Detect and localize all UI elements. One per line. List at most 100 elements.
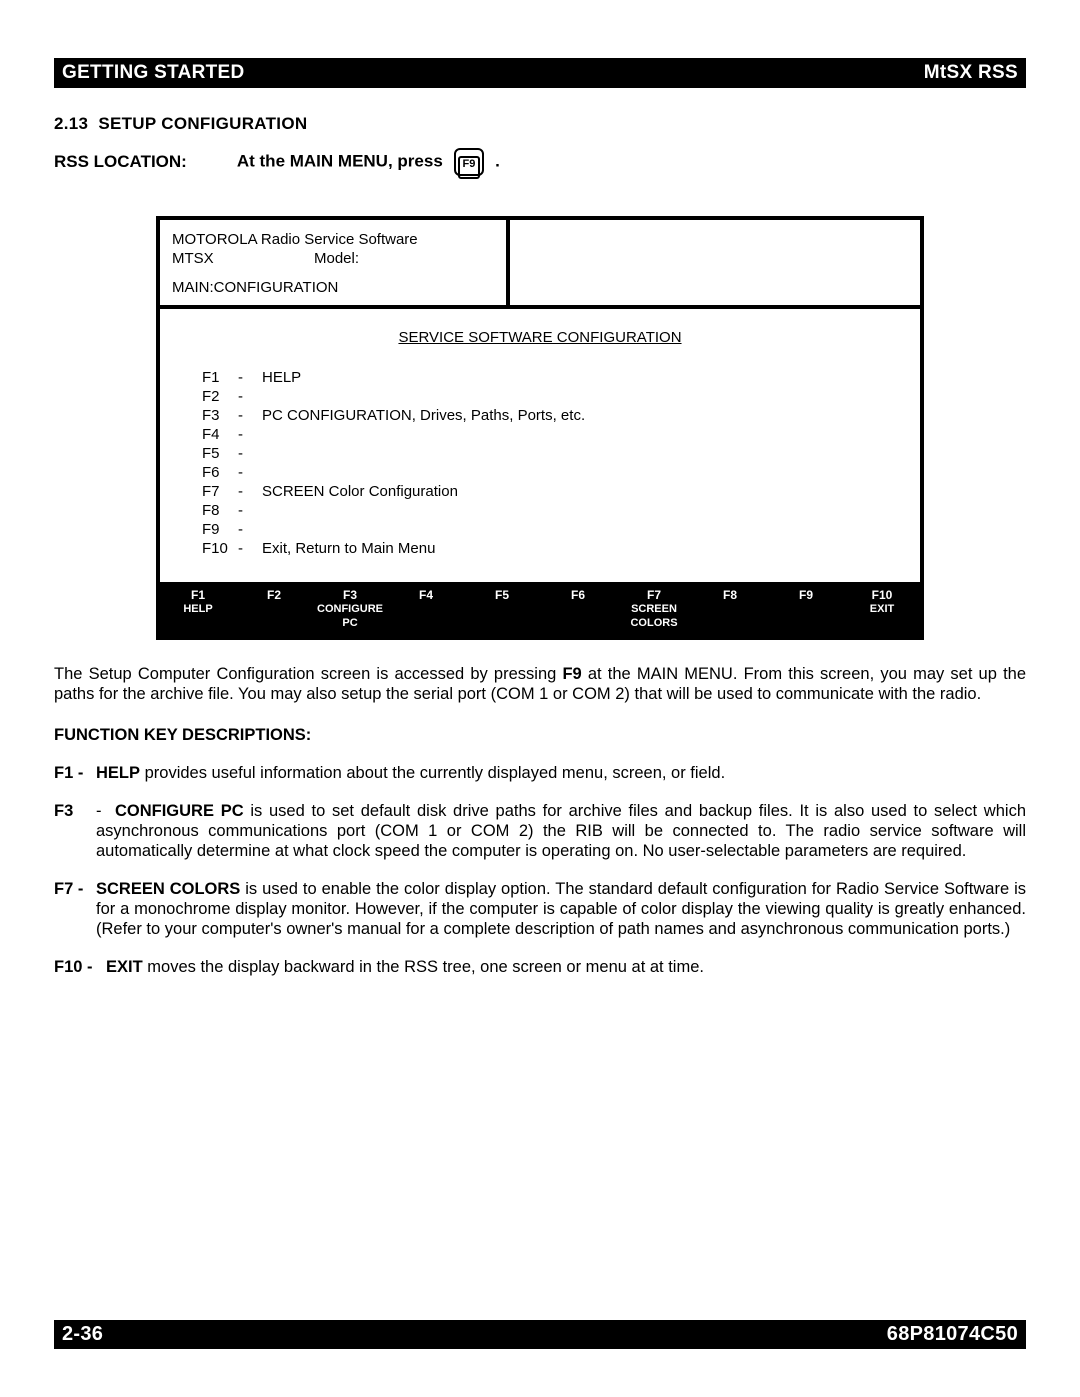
desc-f1-bold: HELP [96,764,140,782]
menu-dash: - [238,520,262,539]
fkey-cell: F9 [768,582,844,636]
fkey-label1: SCREEN [618,602,690,616]
fkey-label1: HELP [162,602,234,616]
desc-f1: F1 - HELP provides useful information ab… [54,763,1026,783]
screen-line1: MOTOROLA Radio Service Software [172,230,494,249]
menu-dash: - [238,482,262,501]
menu-dash: - [238,539,262,558]
fkey-cell: F7SCREENCOLORS [616,582,692,636]
screen-menu-row: F10-Exit, Return to Main Menu [172,539,908,558]
menu-key: F5 [202,444,238,463]
fkey-bar: F1HELPF2F3CONFIGUREPCF4F5F6F7SCREENCOLOR… [160,582,920,636]
desc-f1-text: HELP provides useful information about t… [96,763,1026,783]
rss-instr-post: . [495,151,500,170]
screen-menu-row: F6- [172,463,908,482]
screen-menu-row: F8- [172,501,908,520]
desc-f10-bold: EXIT [106,958,143,976]
fkey-num: F8 [694,588,766,602]
fkey-num: F9 [770,588,842,602]
f9-key-icon: F9 [454,148,485,176]
fkey-num: F10 [846,588,918,602]
screen-model-label: Model: [314,249,359,268]
desc-f3-bold: CONFIGURE PC [115,802,244,820]
desc-f7: F7 - SCREEN COLORS is used to enable the… [54,879,1026,939]
desc-f7-bold: SCREEN COLORS [96,880,240,898]
fkey-num: F6 [542,588,614,602]
fkey-num: F3 [314,588,386,602]
f9-key-label: F9 [458,156,481,179]
section-title: SETUP CONFIGURATION [98,114,307,133]
screen-menu-row: F2- [172,387,908,406]
desc-f10: F10 - EXIT moves the display backward in… [54,957,1026,977]
fkey-cell: F8 [692,582,768,636]
screen-menu-row: F4- [172,425,908,444]
fkey-label1: EXIT [846,602,918,616]
menu-text: Exit, Return to Main Menu [262,539,908,558]
menu-key: F8 [202,501,238,520]
menu-text: SCREEN Color Configuration [262,482,908,501]
fkey-cell: F4 [388,582,464,636]
fkey-cell: F5 [464,582,540,636]
fkey-cell: F2 [236,582,312,636]
menu-text: HELP [262,368,908,387]
fkey-cell: F10EXIT [844,582,920,636]
fkey-num: F2 [238,588,310,602]
function-key-subhead: FUNCTION KEY DESCRIPTIONS: [54,726,1026,745]
fkey-num: F7 [618,588,690,602]
screen-illustration: MOTOROLA Radio Service Software MTSX Mod… [156,216,924,640]
paragraph-1: The Setup Computer Configuration screen … [54,664,1026,704]
menu-dash: - [238,425,262,444]
header-bar: GETTING STARTED MtSX RSS [54,58,1026,88]
desc-f1-key: F1 - [54,763,96,783]
page: GETTING STARTED MtSX RSS 2.13 SETUP CONF… [0,0,1080,1397]
section-heading: 2.13 SETUP CONFIGURATION [54,114,1026,134]
screen-top-right [510,220,920,305]
menu-dash: - [238,463,262,482]
fkey-cell: F6 [540,582,616,636]
menu-text [262,463,908,482]
menu-dash: - [238,406,262,425]
desc-f3: F3 - CONFIGURE PC is used to set default… [54,801,1026,861]
footer-doc-num: 68P81074C50 [887,1323,1018,1346]
menu-key: F1 [202,368,238,387]
fkey-num: F4 [390,588,462,602]
desc-f7-text: SCREEN COLORS is used to enable the colo… [96,879,1026,939]
desc-f3-text: - CONFIGURE PC is used to set default di… [96,801,1026,861]
desc-f10-key: F10 - [54,957,106,977]
section-number: 2.13 [54,114,88,133]
menu-key: F9 [202,520,238,539]
desc-f1-tail: provides useful information about the cu… [140,764,725,782]
fkey-label1: CONFIGURE [314,602,386,616]
footer-page-num: 2-36 [62,1323,103,1346]
screen-title: SERVICE SOFTWARE CONFIGURATION [172,329,908,346]
desc-f10-tail: moves the display backward in the RSS tr… [143,958,704,976]
menu-dash: - [238,387,262,406]
screen-menu-row: F1-HELP [172,368,908,387]
screen-top: MOTOROLA Radio Service Software MTSX Mod… [160,220,920,305]
desc-f10-text: EXIT moves the display backward in the R… [106,957,1026,977]
menu-key: F2 [202,387,238,406]
screen-menu-row: F7-SCREEN Color Configuration [172,482,908,501]
fkey-num: F1 [162,588,234,602]
menu-key: F3 [202,406,238,425]
menu-key: F6 [202,463,238,482]
desc-f7-key: F7 - [54,879,96,939]
fkey-num: F5 [466,588,538,602]
screen-main-config: MAIN:CONFIGURATION [172,278,494,297]
menu-text [262,444,908,463]
screen-top-left: MOTOROLA Radio Service Software MTSX Mod… [160,220,510,305]
header-left: GETTING STARTED [62,62,245,84]
screen-menu-row: F5- [172,444,908,463]
menu-key: F4 [202,425,238,444]
fkey-cell: F1HELP [160,582,236,636]
screen-menu-row: F9- [172,520,908,539]
screen-menu-row: F3-PC CONFIGURATION, Drives, Paths, Port… [172,406,908,425]
screen-body: SERVICE SOFTWARE CONFIGURATION F1-HELPF2… [160,309,920,582]
rss-instruction: At the MAIN MENU, press F9 . [237,148,500,176]
fkey-cell: F3CONFIGUREPC [312,582,388,636]
menu-text [262,425,908,444]
rss-location-row: RSS LOCATION: At the MAIN MENU, press F9… [54,148,1026,176]
menu-dash: - [238,368,262,387]
menu-text [262,501,908,520]
fkey-label2: COLORS [618,616,690,630]
